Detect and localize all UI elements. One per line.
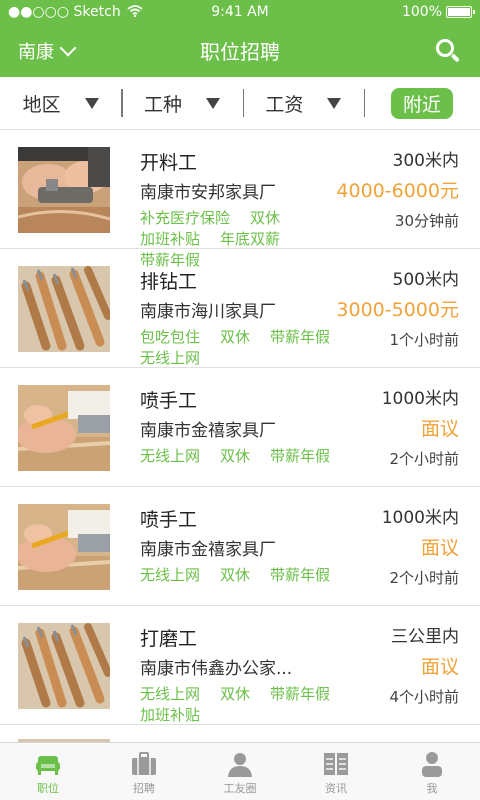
job-salary: 4000-6000元 <box>336 180 459 202</box>
filter-salary[interactable]: 工资 <box>242 77 364 129</box>
user-icon <box>418 750 446 780</box>
tab-label: 招聘 <box>133 782 155 795</box>
person-icon <box>226 750 254 780</box>
job-salary: 3000-5000元 <box>336 299 459 321</box>
job-title: 喷手工 <box>140 390 198 412</box>
job-post-time: 1个小时前 <box>389 331 459 349</box>
benefit-tag: 包吃包住 <box>140 328 201 346</box>
benefit-tag: 加班补贴 <box>140 706 201 724</box>
tab-label: 资讯 <box>325 782 347 795</box>
battery-icon <box>446 6 475 18</box>
benefit-tag: 加班补贴 <box>140 230 201 248</box>
job-title: 排钻工 <box>140 271 198 293</box>
briefcase-icon <box>130 750 158 780</box>
job-distance: 三公里内 <box>391 627 459 647</box>
job-title: 开料工 <box>140 152 198 174</box>
tab-bar: 职位 招聘 工友圈 资讯 我 <box>0 742 480 800</box>
benefit-tag: 补充医疗保险 <box>140 209 231 227</box>
job-salary: 面议 <box>420 537 459 559</box>
tab-label: 工友圈 <box>223 782 257 795</box>
company-name: 南康市伟鑫办公家... <box>140 659 293 679</box>
app-header: ●●○○○ Sketch 9:41 AM 100% 南康 职位招聘 <box>0 0 480 77</box>
benefit-tag: 双休 <box>220 566 251 584</box>
dropdown-arrow-icon <box>84 97 99 109</box>
wifi-icon <box>127 4 143 20</box>
tab-recruit[interactable]: 招聘 <box>96 743 192 800</box>
battery-percent: 100% <box>401 4 442 20</box>
job-post-time: 2个小时前 <box>389 450 459 468</box>
job-title: 喷手工 <box>140 509 198 531</box>
job-list-item[interactable]: 开料工 南康市安邦家具厂 300米内 4000-6000元 30分钟前 补充医疗… <box>0 130 480 269</box>
job-list-item-partial[interactable] <box>0 725 480 742</box>
job-thumbnail <box>18 504 110 590</box>
tab-label: 职位 <box>37 782 59 795</box>
tab-workmates[interactable]: 工友圈 <box>192 743 288 800</box>
filter-label: 工资 <box>265 93 304 116</box>
benefit-tags: 无线上网 双休 带薪年假 <box>140 565 380 586</box>
job-post-time: 30分钟前 <box>394 212 459 230</box>
company-name: 南康市金禧家具厂 <box>140 421 276 441</box>
tab-me[interactable]: 我 <box>384 743 480 800</box>
job-salary: 面议 <box>420 656 459 678</box>
filter-nearby[interactable]: 附近 <box>363 77 480 129</box>
dropdown-arrow-icon <box>206 97 220 109</box>
job-thumbnail <box>18 147 110 233</box>
benefit-tag: 带薪年假 <box>270 447 331 465</box>
job-list: 开料工 南康市安邦家具厂 300米内 4000-6000元 30分钟前 补充医疗… <box>0 130 480 742</box>
benefit-tag: 无线上网 <box>140 566 201 584</box>
filter-label: 工种 <box>143 93 182 116</box>
nav-bar: 南康 职位招聘 <box>0 24 480 77</box>
filter-region[interactable]: 地区 <box>0 77 121 129</box>
benefit-tag: 无线上网 <box>140 685 201 703</box>
benefit-tags: 无线上网 双休 带薪年假加班补贴 <box>140 684 380 726</box>
job-thumbnail <box>18 385 110 471</box>
filter-bar: 地区 工种 工资 附近 <box>0 77 480 130</box>
company-name: 南康市安邦家具厂 <box>140 183 276 203</box>
job-list-item[interactable]: 打磨工 南康市伟鑫办公家... 三公里内 面议 4个小时前 无线上网 双休 带薪年假… <box>0 606 480 725</box>
city-selector[interactable]: 南康 <box>18 38 77 64</box>
tab-news[interactable]: 资讯 <box>288 743 384 800</box>
benefit-tag: 带薪年假 <box>270 328 331 346</box>
job-salary: 面议 <box>420 418 459 440</box>
status-bar: ●●○○○ Sketch 9:41 AM 100% <box>0 0 480 24</box>
benefit-tag: 双休 <box>250 209 281 227</box>
benefit-tag: 双休 <box>220 447 251 465</box>
filter-label: 地区 <box>22 93 61 116</box>
job-thumbnail <box>18 266 110 352</box>
carrier-label: ●●○○○ Sketch <box>8 4 121 20</box>
couch-icon <box>34 750 62 780</box>
benefit-tag: 带薪年假 <box>270 566 331 584</box>
city-label: 南康 <box>18 41 54 63</box>
filter-job-type[interactable]: 工种 <box>121 77 242 129</box>
job-list-item[interactable]: 喷手工 南康市金禧家具厂 1000米内 面议 2个小时前 无线上网 双休 带薪年假 <box>0 487 480 606</box>
benefit-tag: 年底双薪 <box>220 230 281 248</box>
job-list-item[interactable]: 排钻工 南康市海川家具厂 500米内 3000-5000元 1个小时前 包吃包住… <box>0 249 480 368</box>
search-icon[interactable] <box>434 37 462 65</box>
company-name: 南康市金禧家具厂 <box>140 540 276 560</box>
chevron-down-icon <box>59 39 77 56</box>
job-post-time: 2个小时前 <box>389 569 459 587</box>
book-icon <box>322 750 350 780</box>
job-distance: 500米内 <box>392 270 459 290</box>
nearby-button[interactable]: 附近 <box>390 87 453 119</box>
benefit-tag: 双休 <box>220 685 251 703</box>
job-distance: 300米内 <box>392 151 459 171</box>
benefit-tag: 带薪年假 <box>270 685 331 703</box>
benefit-tags: 包吃包住 双休 带薪年假无线上网 <box>140 327 380 369</box>
job-thumbnail <box>18 623 110 709</box>
job-distance: 1000米内 <box>381 389 459 409</box>
job-title: 打磨工 <box>140 628 198 650</box>
job-distance: 1000米内 <box>381 508 459 528</box>
benefit-tag: 无线上网 <box>140 349 201 367</box>
company-name: 南康市海川家具厂 <box>140 302 276 322</box>
job-list-item[interactable]: 喷手工 南康市金禧家具厂 1000米内 面议 2个小时前 无线上网 双休 带薪年假 <box>0 368 480 487</box>
benefit-tag: 无线上网 <box>140 447 201 465</box>
benefit-tags: 无线上网 双休 带薪年假 <box>140 446 380 467</box>
tab-label: 我 <box>426 782 438 795</box>
dropdown-arrow-icon <box>327 97 342 109</box>
benefit-tag: 双休 <box>220 328 251 346</box>
job-post-time: 4个小时前 <box>389 688 459 706</box>
tab-jobs[interactable]: 职位 <box>0 743 96 800</box>
